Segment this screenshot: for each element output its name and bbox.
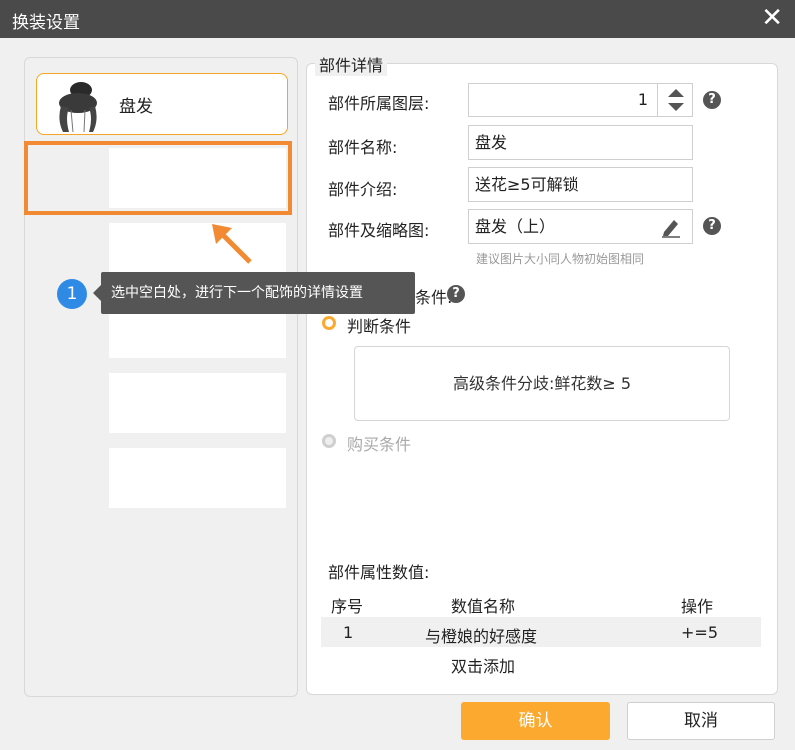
judge-radio[interactable]	[322, 316, 336, 330]
intro-label: 部件介绍:	[328, 180, 398, 199]
thumb-hint: 建议图片大小同人物初始图相同	[476, 252, 645, 266]
confirm-button[interactable]: 确认	[461, 702, 610, 740]
judge-label[interactable]: 判断条件	[347, 313, 411, 337]
intro-field[interactable]: 送花≥5可解锁	[468, 167, 693, 202]
list-item-label: 盘发	[119, 97, 153, 117]
row-op: +=5	[681, 623, 718, 642]
thumb-label: 部件及缩略图:	[328, 221, 430, 240]
stepper-arrows-icon[interactable]	[658, 83, 694, 117]
condition-summary-box[interactable]: 高级条件分歧:鲜花数≥ 5	[354, 346, 730, 421]
cancel-button[interactable]: 取消	[627, 702, 775, 740]
empty-slot-5[interactable]	[109, 448, 286, 508]
col-name-header: 数值名称	[451, 597, 516, 616]
buy-label[interactable]: 购买条件	[347, 431, 411, 455]
col-op-header: 操作	[681, 597, 714, 616]
arrow-icon	[212, 224, 252, 264]
table-row[interactable]: 1 与橙娘的好感度 +=5	[321, 617, 761, 647]
name-field[interactable]: 盘发	[468, 125, 693, 160]
attr-add-row[interactable]: 双击添加	[321, 647, 761, 679]
guide-tooltip: 选中空白处，进行下一个配饰的详情设置	[93, 272, 415, 314]
edit-icon[interactable]	[660, 216, 682, 238]
stepper-buttons[interactable]	[657, 83, 694, 117]
title-bar: 换装设置 ✕	[0, 0, 795, 38]
row-name: 与橙娘的好感度	[425, 627, 538, 646]
layer-label: 部件所属图层:	[328, 94, 430, 113]
list-item-selected[interactable]: 盘发	[36, 73, 288, 135]
help-icon[interactable]: ?	[703, 217, 721, 235]
help-icon[interactable]: ?	[447, 285, 465, 303]
close-icon[interactable]: ✕	[761, 4, 783, 32]
details-group-title: 部件详情	[315, 52, 388, 76]
buy-condition-area	[320, 455, 761, 550]
window-title: 换装设置	[12, 13, 80, 33]
add-hint: 双击添加	[451, 657, 516, 676]
buy-radio[interactable]	[322, 434, 336, 448]
attr-section-label: 部件属性数值:	[328, 563, 430, 582]
hairbun-thumbnail	[59, 82, 97, 132]
name-label: 部件名称:	[328, 138, 398, 157]
empty-slot-4[interactable]	[109, 373, 286, 433]
highlight-box	[24, 141, 292, 215]
thumb-field[interactable]: 盘发（上）	[468, 209, 693, 244]
attr-table-header: 序号 数值名称 操作	[321, 587, 761, 617]
col-index-header: 序号	[331, 597, 364, 616]
row-index: 1	[343, 623, 354, 642]
thumb-value: 盘发（上）	[475, 217, 556, 236]
step-number-badge: 1	[57, 279, 87, 309]
layer-value: 1	[637, 90, 648, 109]
help-icon[interactable]: ?	[703, 91, 721, 109]
